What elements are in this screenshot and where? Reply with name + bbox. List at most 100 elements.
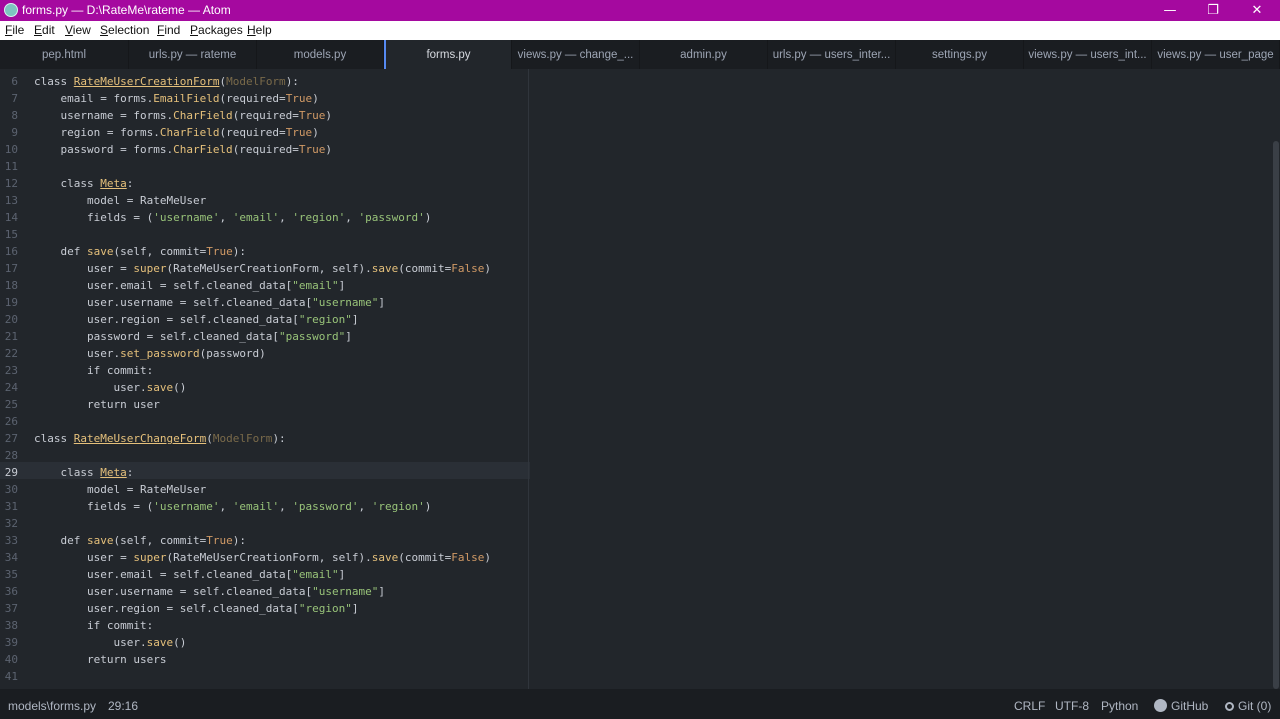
menu-selection[interactable]: Selection <box>100 23 149 37</box>
line-number: 6 <box>11 75 18 88</box>
line-number-current: 29 <box>4 466 18 479</box>
code-line: fields = ('username', 'email', 'password… <box>34 500 432 513</box>
line-ending-selector[interactable]: CRLF <box>1014 699 1045 713</box>
code-line: user.username = self.cleaned_data["usern… <box>34 585 386 598</box>
code-line: model = RateMeUser <box>34 483 207 496</box>
line-number: 34 <box>4 551 18 564</box>
code-line: user.region = self.cleaned_data["region"… <box>34 313 359 326</box>
tab-views-user-page[interactable]: views.py — user_page <box>1152 40 1280 69</box>
line-number: 16 <box>4 245 18 258</box>
tab-pep-html[interactable]: pep.html <box>0 40 129 69</box>
editor-pane[interactable]: 6 7 8 9 10 11 12 13 14 15 16 17 18 19 20… <box>0 69 1280 689</box>
menu-packages[interactable]: Packages <box>190 23 243 37</box>
menu-find[interactable]: Find <box>157 23 180 37</box>
code-line: user.region = self.cleaned_data["region"… <box>34 602 359 615</box>
status-bar: models\forms.py 29:16 CRLF UTF-8 Python … <box>0 689 1280 719</box>
line-number: 37 <box>4 602 18 615</box>
line-number: 21 <box>4 330 18 343</box>
tab-views-users-int[interactable]: views.py — users_int... <box>1024 40 1152 69</box>
line-number: 18 <box>4 279 18 292</box>
line-number: 40 <box>4 653 18 666</box>
cursor-position[interactable]: 29:16 <box>108 699 138 713</box>
tab-urls-users-inter[interactable]: urls.py — users_inter... <box>768 40 896 69</box>
code-line: return user <box>34 398 160 411</box>
grammar-selector[interactable]: Python <box>1101 699 1138 713</box>
line-number: 8 <box>11 109 18 122</box>
menu-file[interactable]: File <box>5 23 24 37</box>
line-number: 22 <box>4 347 18 360</box>
line-number: 9 <box>11 126 18 139</box>
line-number: 13 <box>4 194 18 207</box>
github-icon <box>1154 699 1167 712</box>
code-line: if commit: <box>34 364 154 377</box>
code-line: user = super(RateMeUserCreationForm, sel… <box>34 551 492 564</box>
line-number: 19 <box>4 296 18 309</box>
code-line: class Meta: <box>34 466 134 479</box>
wrap-guide <box>528 69 529 689</box>
tab-forms[interactable]: forms.py <box>384 40 512 69</box>
window-title: forms.py — D:\RateMe\rateme — Atom <box>22 3 231 17</box>
code-line: class Meta: <box>34 177 134 190</box>
line-number: 10 <box>4 143 18 156</box>
line-number: 20 <box>4 313 18 326</box>
menu-edit[interactable]: Edit <box>34 23 55 37</box>
line-number: 27 <box>4 432 18 445</box>
code-line: return users <box>34 653 167 666</box>
menu-bar: File Edit View Selection Find Packages H… <box>0 21 1280 40</box>
code-line: def save(self, commit=True): <box>34 245 246 258</box>
line-number: 15 <box>4 228 18 241</box>
menu-view[interactable]: View <box>65 23 91 37</box>
code-line: model = RateMeUser <box>34 194 207 207</box>
restore-button[interactable]: ❐ <box>1190 0 1236 21</box>
code-line: user.email = self.cleaned_data["email"] <box>34 279 346 292</box>
line-number: 24 <box>4 381 18 394</box>
code-line: password = forms.CharField(required=True… <box>34 143 333 156</box>
tab-admin[interactable]: admin.py <box>640 40 768 69</box>
line-number: 28 <box>4 449 18 462</box>
line-number: 36 <box>4 585 18 598</box>
line-number-gutter[interactable]: 6 7 8 9 10 11 12 13 14 15 16 17 18 19 20… <box>0 69 32 689</box>
line-number: 35 <box>4 568 18 581</box>
line-number: 33 <box>4 534 18 547</box>
code-line: user.save() <box>34 636 187 649</box>
close-button[interactable]: ✕ <box>1234 0 1280 21</box>
github-button[interactable]: GitHub <box>1154 699 1208 713</box>
line-number: 31 <box>4 500 18 513</box>
encoding-selector[interactable]: UTF-8 <box>1055 699 1089 713</box>
code-line: def save(self, commit=True): <box>34 534 246 547</box>
line-number: 39 <box>4 636 18 649</box>
code-line: user.username = self.cleaned_data["usern… <box>34 296 386 309</box>
tab-models[interactable]: models.py <box>257 40 384 69</box>
tab-views-change[interactable]: views.py — change_... <box>512 40 640 69</box>
line-number: 25 <box>4 398 18 411</box>
tab-urls-rateme[interactable]: urls.py — rateme <box>129 40 257 69</box>
vertical-scrollbar[interactable] <box>1273 141 1279 689</box>
line-number: 11 <box>4 160 18 173</box>
code-line: if commit: <box>34 619 154 632</box>
line-number: 41 <box>4 670 18 683</box>
line-number: 38 <box>4 619 18 632</box>
line-number: 23 <box>4 364 18 377</box>
line-number: 7 <box>11 92 18 105</box>
code-line: user.set_password(password) <box>34 347 266 360</box>
git-commit-icon <box>1225 702 1234 711</box>
code-line: email = forms.EmailField(required=True) <box>34 92 319 105</box>
code-line: username = forms.CharField(required=True… <box>34 109 333 122</box>
line-number: 12 <box>4 177 18 190</box>
code-line: password = self.cleaned_data["password"] <box>34 330 352 343</box>
tab-settings[interactable]: settings.py <box>896 40 1024 69</box>
line-number: 30 <box>4 483 18 496</box>
minimize-button[interactable]: — <box>1147 0 1193 21</box>
code-line: class RateMeUserCreationForm(ModelForm): <box>34 75 299 88</box>
code-line: user.email = self.cleaned_data["email"] <box>34 568 346 581</box>
code-line: region = forms.CharField(required=True) <box>34 126 319 139</box>
line-number: 32 <box>4 517 18 530</box>
file-path[interactable]: models\forms.py <box>8 699 96 713</box>
menu-help[interactable]: Help <box>247 23 272 37</box>
title-bar: forms.py — D:\RateMe\rateme — Atom — ❐ ✕ <box>0 0 1280 21</box>
line-number: 17 <box>4 262 18 275</box>
line-number: 26 <box>4 415 18 428</box>
code-line: fields = ('username', 'email', 'region',… <box>34 211 432 224</box>
code-line: class RateMeUserChangeForm(ModelForm): <box>34 432 286 445</box>
git-button[interactable]: Git (0) <box>1225 699 1271 713</box>
